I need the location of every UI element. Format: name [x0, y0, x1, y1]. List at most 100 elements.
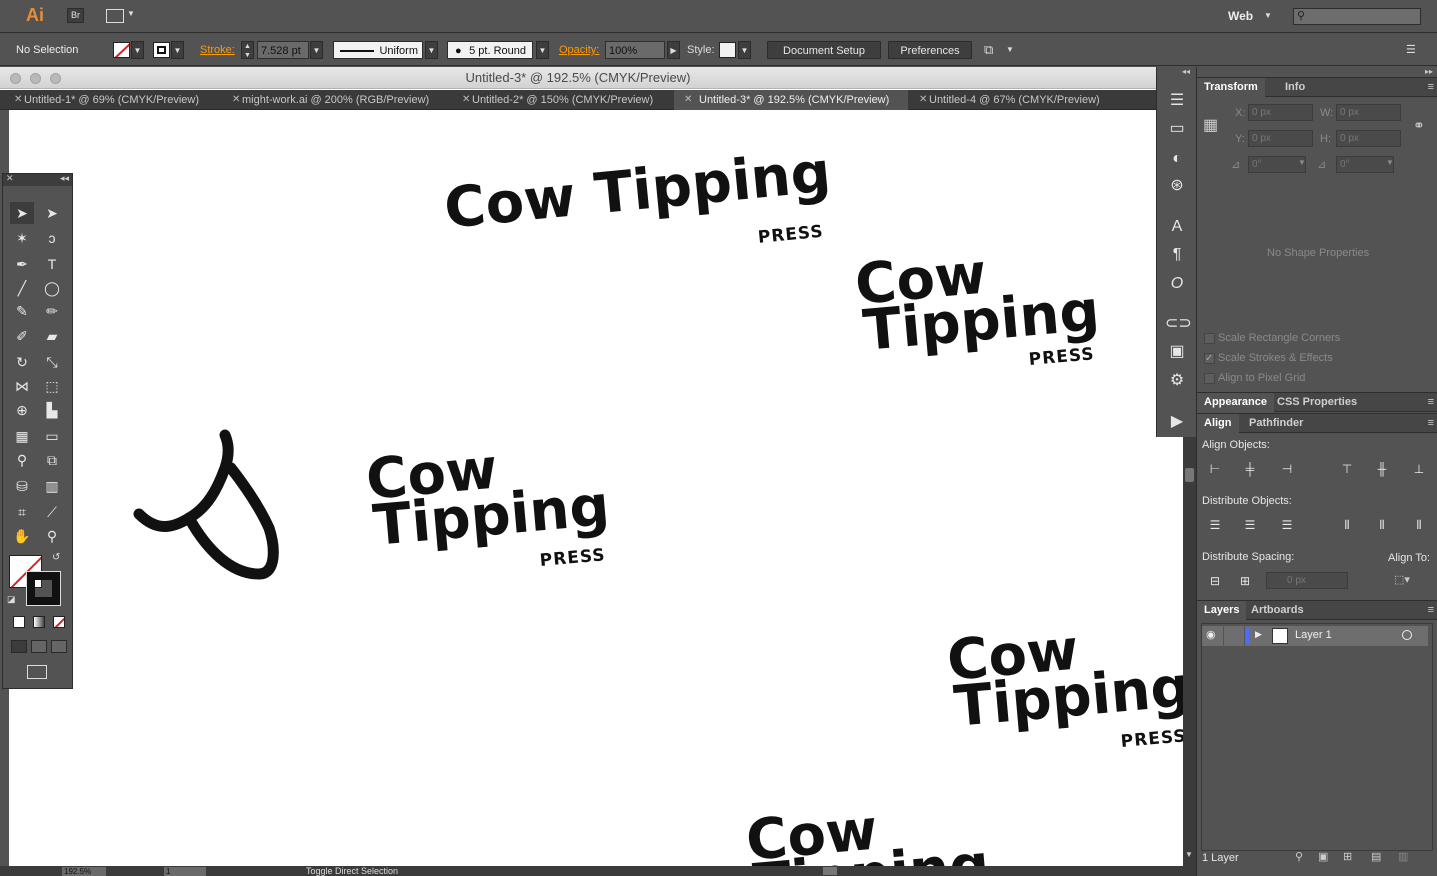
tab-untitled-4[interactable]: ✕ Untitled-4 @ 67% (CMYK/Preview): [917, 90, 1117, 110]
align-left-icon[interactable]: ⊢: [1205, 460, 1225, 478]
tab-transform[interactable]: Transform: [1197, 78, 1265, 97]
stroke-weight-input[interactable]: 7.528 pt: [257, 41, 309, 59]
align-pixel-checkbox[interactable]: [1204, 373, 1215, 384]
constrain-link-icon[interactable]: ⚭: [1413, 117, 1425, 134]
hscroll-thumb[interactable]: [823, 867, 837, 875]
w-field[interactable]: 0 px: [1336, 104, 1401, 121]
clipping-mask-icon[interactable]: ▣: [1318, 850, 1328, 863]
scroll-thumb[interactable]: [1185, 468, 1194, 482]
gradient-mode-icon[interactable]: [33, 616, 45, 628]
draw-inside-icon[interactable]: [51, 640, 67, 653]
bridge-button[interactable]: Br: [67, 8, 84, 23]
blob-brush-tool-icon[interactable]: ✐: [10, 325, 34, 347]
logo-tipping-3[interactable]: Tipping: [371, 473, 612, 558]
artboard-tool-icon[interactable]: ⌗: [10, 501, 34, 523]
align-to-dropdown[interactable]: ⬚▾: [1394, 573, 1410, 586]
stroke-dropdown[interactable]: ▼: [171, 41, 184, 59]
tab-untitled-2[interactable]: ✕ Untitled-2* @ 150% (CMYK/Preview): [460, 90, 675, 110]
scale-corners-checkbox[interactable]: [1204, 333, 1215, 344]
search-input[interactable]: ⚲: [1293, 8, 1421, 25]
align-bottom-icon[interactable]: ⊥: [1409, 460, 1429, 478]
stroke-stepper[interactable]: ▲ ▼: [241, 41, 254, 59]
direct-selection-tool-icon[interactable]: ➤: [40, 202, 64, 224]
pencil-tool-icon[interactable]: ✏: [40, 300, 64, 322]
reference-point-icon[interactable]: ▦: [1203, 115, 1218, 135]
collapse-panel-icon[interactable]: ◂◂: [60, 173, 69, 184]
expand-panels-icon[interactable]: ▸▸: [1425, 67, 1433, 76]
tab-artboards[interactable]: Artboards: [1244, 601, 1311, 620]
style-dropdown[interactable]: ▼: [738, 41, 751, 59]
lock-toggle[interactable]: [1223, 626, 1245, 646]
scale-strokes-checkbox[interactable]: ✓: [1204, 353, 1215, 364]
page-field[interactable]: 1: [164, 867, 206, 876]
minimize-window-button[interactable]: [30, 73, 41, 84]
variable-width-profile[interactable]: Uniform: [333, 41, 423, 59]
stroke-label[interactable]: Stroke:: [200, 41, 235, 59]
lasso-tool-icon[interactable]: ↄ: [40, 227, 64, 249]
opacity-input[interactable]: 100%: [605, 41, 665, 59]
logo-press-3[interactable]: PRESS: [539, 545, 606, 571]
opacity-label[interactable]: Opacity:: [559, 41, 599, 59]
tab-untitled-3[interactable]: ✕ Untitled-3* @ 192.5% (CMYK/Preview): [674, 90, 908, 110]
swap-colors-icon[interactable]: ↺: [52, 552, 60, 563]
rotate-dropdown[interactable]: ▼: [1298, 158, 1306, 167]
close-panel-icon[interactable]: ✕: [6, 173, 14, 184]
slice-tool-icon[interactable]: ⟋: [40, 501, 64, 523]
target-circle-icon[interactable]: [1402, 630, 1412, 640]
rotate-tool-icon[interactable]: ↻: [10, 351, 34, 373]
distribute-bottom-icon[interactable]: ☰: [1277, 516, 1297, 534]
stroke-color-box[interactable]: [26, 571, 61, 606]
new-layer-icon[interactable]: ▤: [1371, 850, 1381, 863]
distribute-top-icon[interactable]: ☰: [1205, 516, 1225, 534]
actions-play-icon[interactable]: ▶: [1165, 410, 1189, 434]
symbol-sprayer-tool-icon[interactable]: ⛁: [10, 475, 34, 497]
locate-object-icon[interactable]: ⚲: [1295, 850, 1303, 863]
scale-tool-icon[interactable]: ⤡: [40, 351, 64, 373]
zoom-window-button[interactable]: [50, 73, 61, 84]
selection-tool-icon[interactable]: ➤: [10, 202, 34, 224]
eraser-tool-icon[interactable]: ▰: [40, 325, 64, 347]
preferences-button[interactable]: Preferences: [888, 41, 972, 59]
panel-menu-icon[interactable]: ≡: [1428, 604, 1434, 616]
draw-normal-icon[interactable]: [11, 640, 27, 653]
arrange-documents-icon[interactable]: [106, 9, 124, 23]
tab-align[interactable]: Align: [1197, 414, 1239, 433]
tab-css-properties[interactable]: CSS Properties: [1270, 393, 1364, 412]
hand-tool-icon[interactable]: ✋: [10, 525, 34, 547]
control-menu-icon[interactable]: ☰: [1406, 41, 1416, 59]
spacing-field[interactable]: 0 px: [1266, 572, 1348, 589]
align-hcenter-icon[interactable]: ╪: [1240, 460, 1260, 478]
style-swatch[interactable]: [719, 42, 736, 58]
brush-dropdown[interactable]: ▼: [536, 41, 549, 59]
perspective-grid-tool-icon[interactable]: ▙: [40, 399, 64, 421]
links-panel-icon[interactable]: ⊂⊃: [1165, 312, 1192, 336]
gradient-panel-icon[interactable]: ▭: [1165, 117, 1189, 141]
distribute-vcenter-icon[interactable]: ☰: [1240, 516, 1260, 534]
horn-illustration[interactable]: [127, 428, 287, 588]
distribute-left-icon[interactable]: ⫴: [1337, 516, 1357, 534]
tab-pathfinder[interactable]: Pathfinder: [1242, 414, 1310, 433]
close-tab-icon[interactable]: ✕: [919, 90, 927, 110]
tab-untitled-1[interactable]: ✕ Untitled-1* @ 69% (CMYK/Preview): [12, 90, 227, 110]
pen-tool-icon[interactable]: ✒: [10, 253, 34, 275]
close-tab-icon[interactable]: ✕: [14, 90, 22, 110]
vertical-spacing-icon[interactable]: ⊟: [1205, 572, 1225, 590]
close-tab-icon[interactable]: ✕: [232, 90, 240, 110]
paragraph-panel-icon[interactable]: ¶: [1165, 243, 1189, 267]
panel-menu-icon[interactable]: ≡: [1428, 417, 1434, 429]
panel-menu-icon[interactable]: ≡: [1428, 81, 1434, 93]
shape-builder-tool-icon[interactable]: ⊕: [10, 399, 34, 421]
default-colors-icon[interactable]: ◪: [7, 594, 16, 605]
magic-wand-tool-icon[interactable]: ✶: [10, 227, 34, 249]
shear-dropdown[interactable]: ▼: [1386, 158, 1394, 167]
layer-row[interactable]: ◉ ▶ Layer 1: [1202, 626, 1428, 646]
tab-might-work[interactable]: ✕ might-work.ai @ 200% (RGB/Preview): [230, 90, 450, 110]
paintbrush-tool-icon[interactable]: ✎: [10, 300, 34, 322]
tab-layers[interactable]: Layers: [1197, 601, 1247, 620]
brush-definition[interactable]: ● 5 pt. Round: [447, 41, 533, 59]
fill-swatch[interactable]: [113, 42, 130, 58]
zoom-tool-icon[interactable]: ⚲: [40, 525, 64, 547]
expand-triangle-icon[interactable]: ▶: [1255, 629, 1262, 640]
distribute-hcenter-icon[interactable]: ⫴: [1372, 516, 1392, 534]
close-window-button[interactable]: [10, 73, 21, 84]
